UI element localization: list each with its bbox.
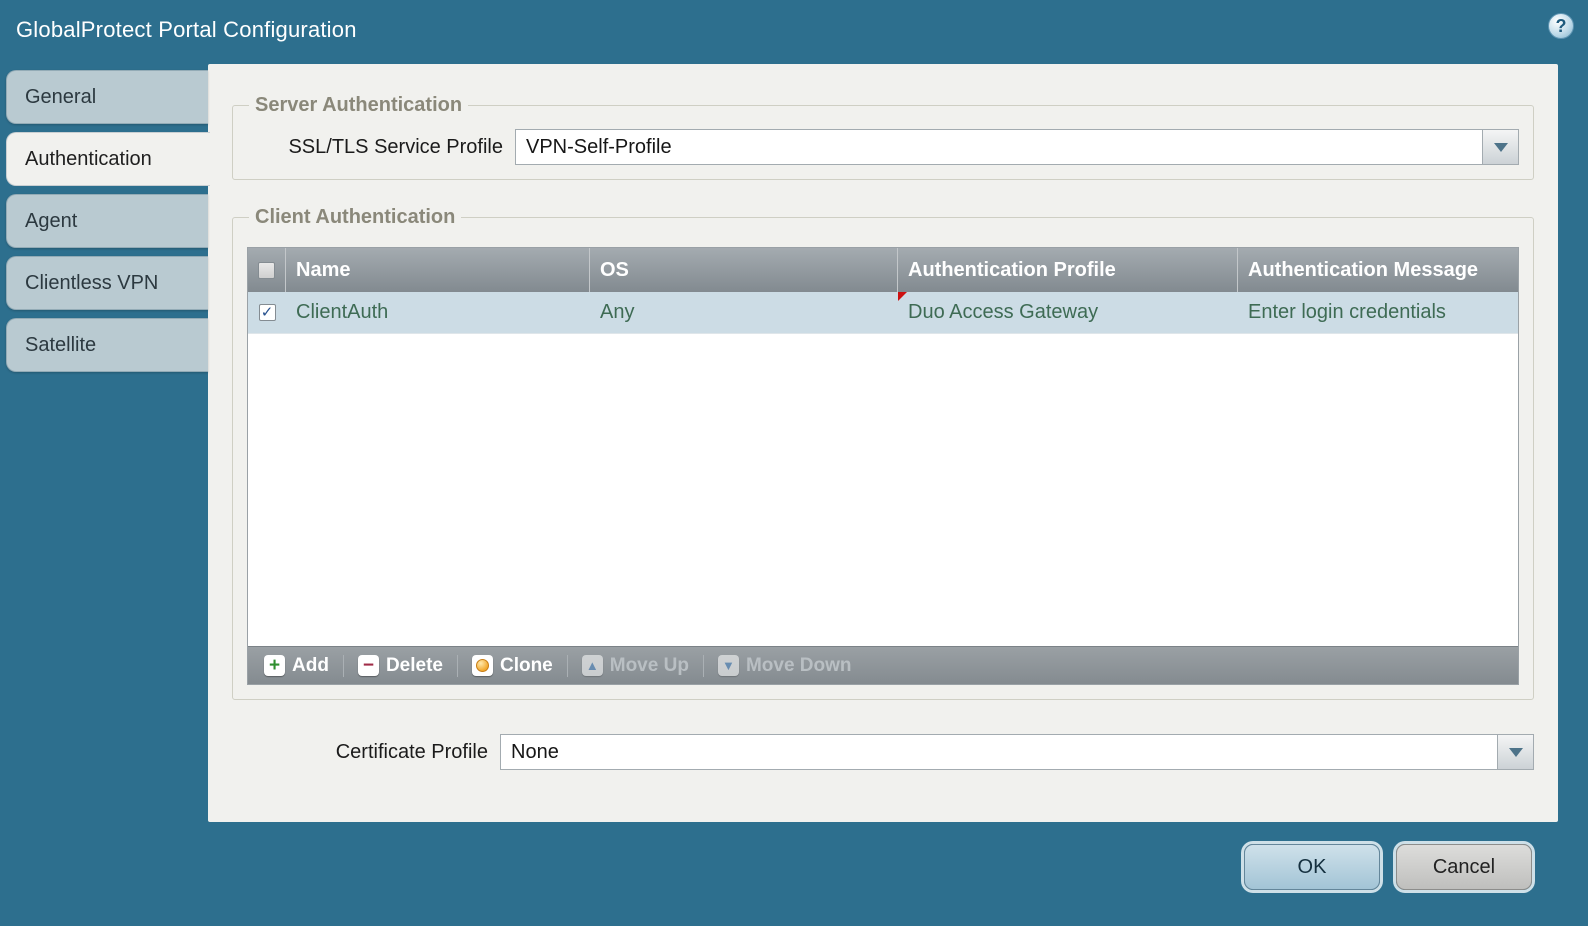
select-all-checkbox[interactable] — [258, 261, 275, 279]
certificate-profile-value: None — [511, 740, 559, 763]
client-authentication-section: Client Authentication Name OS Authentica… — [232, 206, 1534, 700]
certificate-profile-label: Certificate Profile — [335, 740, 488, 763]
toolbar-separator — [566, 654, 568, 677]
ssl-tls-service-profile-dropdown-button[interactable] — [1482, 130, 1518, 164]
column-header-name[interactable]: Name — [286, 248, 590, 292]
client-authentication-legend: Client Authentication — [255, 206, 456, 228]
toolbar-separator — [456, 654, 458, 677]
content-panel: Server Authentication SSL/TLS Service Pr… — [208, 64, 1558, 822]
arrow-down-icon: ▼ — [717, 655, 739, 676]
move-up-button: ▲ Move Up — [576, 647, 695, 684]
table-row[interactable]: ✓ ClientAuth Any Duo Access Gateway Ente… — [248, 292, 1518, 334]
tab-authentication[interactable]: Authentication — [6, 132, 210, 186]
cancel-button[interactable]: Cancel — [1396, 844, 1532, 890]
move-down-button: ▼ Move Down — [712, 647, 858, 684]
toolbar-separator — [702, 654, 704, 677]
arrow-up-icon: ▲ — [581, 655, 603, 676]
row-os-cell: Any — [600, 301, 635, 323]
delete-button[interactable]: − Delete — [352, 647, 449, 684]
server-authentication-legend: Server Authentication — [255, 94, 463, 116]
client-authentication-table: Name OS Authentication Profile Authentic… — [247, 247, 1519, 685]
dialog-footer: OK Cancel — [1244, 844, 1532, 890]
ssl-tls-service-profile-value: VPN-Self-Profile — [526, 135, 672, 158]
row-checkbox[interactable]: ✓ — [258, 304, 276, 321]
plus-icon: + — [264, 655, 285, 676]
tab-satellite[interactable]: Satellite — [6, 318, 208, 372]
table-empty-area — [248, 334, 1518, 646]
modified-marker — [898, 292, 907, 301]
toolbar-separator — [342, 654, 344, 677]
chevron-down-icon — [1493, 142, 1508, 152]
ssl-tls-service-profile-label: SSL/TLS Service Profile — [288, 135, 503, 158]
certificate-profile-dropdown-button[interactable] — [1497, 735, 1533, 769]
row-authentication-profile-cell: Duo Access Gateway — [898, 292, 1238, 333]
help-icon[interactable]: ? — [1548, 13, 1574, 39]
add-button[interactable]: + Add — [258, 647, 335, 684]
certificate-profile-select[interactable]: None — [500, 734, 1534, 770]
table-toolbar: + Add − Delete Clone ▲ Move Up ▼ Move Do… — [248, 646, 1518, 684]
server-authentication-section: Server Authentication SSL/TLS Service Pr… — [232, 94, 1534, 180]
tab-general[interactable]: General — [6, 70, 208, 124]
row-authentication-message-cell: Enter login credentials — [1248, 301, 1446, 323]
clone-icon — [471, 655, 493, 676]
column-header-authentication-profile[interactable]: Authentication Profile — [898, 248, 1238, 292]
dialog-titlebar: GlobalProtect Portal Configuration — [0, 0, 1588, 60]
minus-icon: − — [357, 655, 379, 676]
clone-button[interactable]: Clone — [466, 647, 559, 684]
sidebar: General Authentication Agent Clientless … — [6, 70, 210, 380]
tab-clientless-vpn[interactable]: Clientless VPN — [6, 256, 208, 310]
tab-agent[interactable]: Agent — [6, 194, 208, 248]
column-header-os[interactable]: OS — [590, 248, 898, 292]
dialog-title: GlobalProtect Portal Configuration — [16, 17, 357, 42]
chevron-down-icon — [1508, 747, 1523, 757]
ssl-tls-service-profile-select[interactable]: VPN-Self-Profile — [515, 129, 1519, 165]
ok-button[interactable]: OK — [1244, 844, 1380, 890]
row-name-cell[interactable]: ClientAuth — [286, 292, 590, 333]
column-header-authentication-message[interactable]: Authentication Message — [1238, 248, 1518, 292]
table-header: Name OS Authentication Profile Authentic… — [248, 248, 1518, 292]
